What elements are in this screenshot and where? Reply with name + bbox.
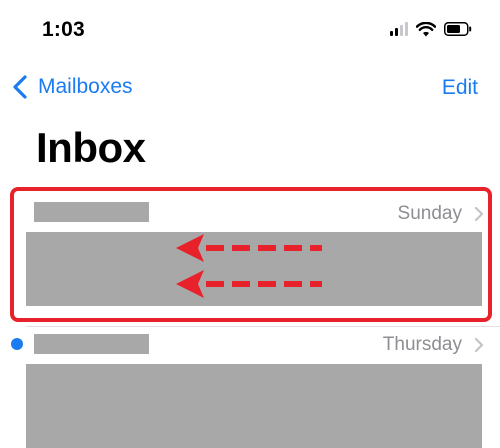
status-icons (390, 20, 472, 38)
mail-list-item[interactable]: Thursday (0, 322, 500, 448)
mail-date: Thursday (382, 334, 462, 355)
page-title: Inbox (36, 124, 146, 171)
mail-date: Sunday (397, 203, 462, 224)
chevron-right-icon (474, 337, 484, 353)
edit-button[interactable]: Edit (442, 76, 478, 100)
chevron-left-icon (13, 75, 27, 99)
redacted-preview (26, 364, 482, 448)
swipe-left-arrows-icon (176, 234, 322, 298)
back-button-label: Mailboxes (38, 75, 133, 98)
unread-indicator-icon (11, 338, 23, 350)
signal-bars-icon (390, 22, 408, 36)
redacted-sender (34, 202, 149, 222)
status-time: 1:03 (42, 18, 85, 41)
wifi-icon (416, 21, 436, 36)
chevron-right-icon (474, 206, 484, 222)
battery-icon (444, 22, 472, 36)
status-bar: 1:03 (0, 0, 500, 60)
back-to-mailboxes-button[interactable]: Mailboxes (10, 74, 133, 100)
redacted-sender (34, 334, 149, 354)
